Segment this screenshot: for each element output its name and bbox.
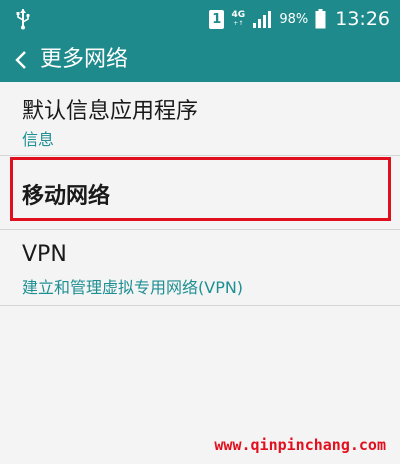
item-subtitle: 信息 (22, 130, 55, 149)
sim-slot-icon: 1 (209, 9, 225, 29)
watermark: www.qinpinchang.com (214, 436, 386, 454)
list-item-default-messaging-app[interactable]: 默认信息应用程序 信息 (0, 82, 400, 156)
battery-percent: 98% (279, 11, 309, 27)
status-bar: 1 4G +↑ 98% 13:26 (0, 0, 400, 38)
usb-icon (16, 9, 30, 30)
list-item-vpn[interactable]: VPN 建立和管理虚拟专用网络(VPN) (0, 230, 400, 306)
page-title: 更多网络 (40, 47, 129, 72)
settings-list: 默认信息应用程序 信息 移动网络 VPN 建立和管理虚拟专用网络(VPN) (0, 82, 400, 306)
list-item-mobile-networks[interactable]: 移动网络 (0, 156, 400, 230)
item-title: 默认信息应用程序 (22, 99, 199, 124)
signal-icon (253, 11, 272, 28)
clock: 13:26 (335, 8, 390, 30)
network-type-indicator: 4G +↑ (231, 10, 246, 28)
battery-icon (315, 9, 326, 29)
action-bar: 更多网络 (0, 38, 400, 82)
item-title: 移动网络 (22, 184, 111, 209)
item-title: VPN (22, 242, 67, 267)
chevron-left-icon[interactable] (14, 50, 28, 70)
item-subtitle: 建立和管理虚拟专用网络(VPN) (22, 278, 244, 297)
